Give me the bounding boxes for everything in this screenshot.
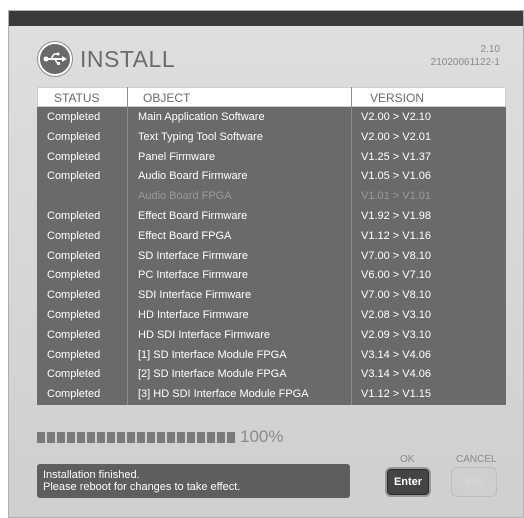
table-row: Completed Text Typing Tool Software V2.00 …: [37, 127, 506, 147]
version-cell: V2.00 > V2.10: [361, 111, 432, 123]
ok-caption: OK: [400, 454, 415, 465]
status-cell: Completed: [47, 348, 101, 361]
version-cell: V2.00 > V2.01: [361, 130, 432, 143]
status-cell: Completed: [47, 229, 101, 242]
progress-segment: [217, 431, 225, 443]
object-cell: Audio Board Firmware: [138, 170, 248, 183]
progress-segment: [37, 431, 45, 443]
column-header-object: OBJECT: [143, 91, 191, 105]
progress-segment: [197, 431, 205, 443]
progress-segment: [47, 431, 55, 443]
table-row: Completed Panel Firmware V1.25 > V1.37: [37, 147, 506, 167]
version-cell: V1.05 > V1.06: [361, 170, 432, 183]
version-cell: V3.14 > V4.06: [361, 368, 432, 381]
table-header: STATUS OBJECT VERSION: [37, 87, 506, 107]
page-title: INSTALL: [80, 46, 176, 72]
progress-segment: [187, 431, 195, 443]
table-row: Completed HD SDI Interface Firmware V2.09 …: [37, 325, 506, 345]
table-row: Completed SDI Interface Firmware V7.00 > V…: [37, 285, 506, 305]
version-code: 2.10: [480, 44, 500, 55]
table-row: Completed PC Interface Firmware V6.00 > V7…: [37, 265, 506, 285]
status-cell: Completed: [47, 328, 101, 341]
version-cell: V1.25 > V1.37: [361, 150, 432, 163]
object-cell: [2] SD Interface Module FPGA: [138, 368, 287, 381]
table-row: Completed [1] SD Interface Module FPGA V3.…: [37, 345, 506, 365]
progress-bar: 100%: [37, 427, 284, 446]
version-cell: V3.14 > V4.06: [361, 348, 432, 361]
table-row: Completed [3] HD SDI Interface Module FPG…: [37, 384, 506, 404]
object-cell: PC Interface Firmware: [138, 269, 249, 282]
status-cell: Completed: [47, 170, 101, 183]
status-cell: Completed: [47, 388, 101, 401]
object-cell: HD Interface Firmware: [138, 309, 249, 321]
progress-segment: [157, 431, 165, 443]
top-bar: [8, 10, 524, 26]
version-cell: V7.00 > V8.10: [361, 289, 432, 302]
progress-segment: [137, 431, 145, 443]
object-cell: Text Typing Tool Software: [138, 130, 263, 143]
esc-button[interactable]: Esc: [451, 467, 497, 497]
usb-icon: [38, 42, 72, 76]
status-cell: Completed: [47, 249, 101, 262]
status-cell: Completed: [47, 210, 101, 222]
status-cell: Completed: [47, 309, 101, 321]
version-cell: V2.09 > V3.10: [361, 328, 432, 341]
status-cell: Completed: [47, 111, 101, 123]
version-cell: V6.00 > V7.10: [361, 269, 432, 282]
build-code: 21020061122-1: [430, 57, 500, 68]
progress-segment: [97, 431, 105, 443]
table-row: Completed [2] SD Interface Module FPGA V3.…: [37, 364, 506, 384]
status-message: Installation finished. Please reboot for…: [37, 464, 350, 498]
progress-segment: [107, 431, 115, 443]
object-cell: Effect Board FPGA: [138, 229, 232, 242]
object-cell: HD SDI Interface Firmware: [138, 328, 271, 341]
status-cell: Completed: [47, 150, 101, 163]
progress-segment: [67, 431, 75, 443]
status-cell: Completed: [47, 289, 101, 302]
table-row: Completed Main Application Software V2.00 …: [37, 107, 506, 127]
version-cell: V1.12 > V1.15: [361, 388, 432, 401]
object-cell: SDI Interface Firmware: [138, 289, 252, 302]
message-line-1: Installation finished.: [43, 469, 140, 481]
version-cell: V1.12 > V1.16: [361, 229, 432, 242]
enter-button[interactable]: Enter: [385, 467, 431, 497]
column-header-version: VERSION: [370, 91, 425, 105]
version-cell: V1.01 > V1.01: [361, 190, 432, 203]
version-cell: V1.92 > V1.98: [361, 210, 432, 222]
object-cell: Main Application Software: [138, 111, 265, 123]
table-row: Completed SD Interface Firmware V7.00 > V8…: [37, 246, 506, 266]
progress-segment: [57, 431, 65, 443]
progress-segment: [177, 431, 185, 443]
cancel-caption: CANCEL: [456, 454, 497, 465]
progress-segment: [167, 431, 175, 443]
table-row: Completed HD Interface Firmware V2.08 > V3…: [37, 305, 506, 325]
version-cell: V7.00 > V8.10: [361, 249, 432, 262]
table-row: Completed Audio Board Firmware V1.05 > V1.…: [37, 166, 506, 186]
status-cell: Completed: [47, 130, 101, 143]
progress-segment: [227, 431, 235, 443]
progress-segment: [87, 431, 95, 443]
table-row: Completed Effect Board Firmware V1.92 > V1…: [37, 206, 506, 226]
column-header-status: STATUS: [54, 91, 100, 105]
object-cell: Panel Firmware: [138, 150, 216, 163]
progress-segment: [147, 431, 155, 443]
install-table: STATUS OBJECT VERSION Completed Main Appl…: [37, 87, 506, 405]
object-cell: Effect Board Firmware: [138, 210, 248, 222]
progress-segment: [117, 431, 125, 443]
status-cell: Completed: [47, 269, 101, 282]
progress-segment: [127, 431, 135, 443]
object-cell: SD Interface Firmware: [138, 249, 249, 262]
table-row: Completed Effect Board FPGA V1.12 > V1.16: [37, 226, 506, 246]
table-row: Audio Board FPGA V1.01 > V1.01: [37, 186, 506, 206]
message-line-2: Please reboot for changes to take effect…: [43, 481, 241, 493]
progress-segment: [207, 431, 215, 443]
object-cell: [3] HD SDI Interface Module FPGA: [138, 388, 309, 401]
object-cell: Audio Board FPGA: [138, 190, 232, 203]
version-cell: V2.08 > V3.10: [361, 309, 432, 321]
object-cell: [1] SD Interface Module FPGA: [138, 348, 287, 361]
progress-segment: [77, 431, 85, 443]
progress-label: 100%: [240, 427, 284, 446]
status-cell: Completed: [47, 368, 101, 381]
